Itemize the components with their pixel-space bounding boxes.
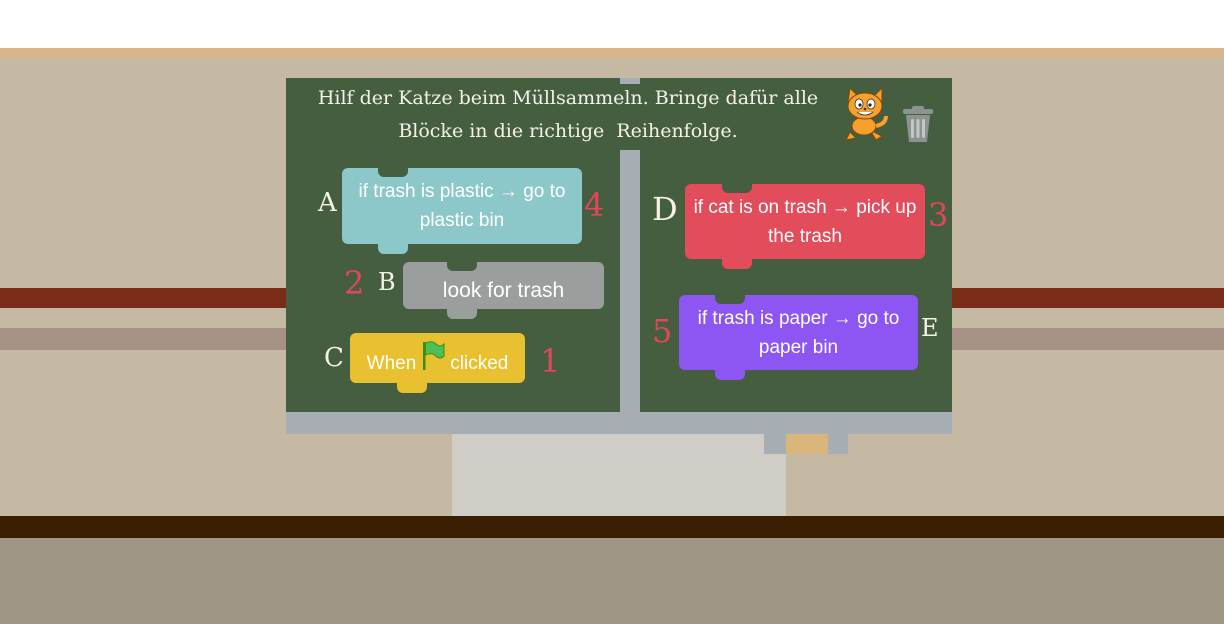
- block-order-b: 2: [344, 264, 365, 302]
- green-flag-icon: [423, 341, 445, 370]
- board-frame-bottom: [286, 412, 952, 434]
- block-order-c: 1: [540, 342, 561, 380]
- block-letter-d: D: [652, 190, 678, 228]
- code-block-c[interactable]: When clicked: [350, 333, 525, 383]
- trash-can-icon[interactable]: [900, 104, 936, 144]
- block-e-text: if trash is paper → go to paper bin: [697, 307, 900, 358]
- wall-trim: [0, 48, 1224, 58]
- block-b-text: look for trash: [442, 279, 565, 302]
- scratch-cat-icon[interactable]: [840, 84, 892, 142]
- code-block-a[interactable]: if trash is plastic → go to plastic bin: [342, 168, 582, 244]
- block-notch: [447, 262, 477, 271]
- code-block-d[interactable]: if cat is on trash → pick up the trash: [685, 184, 925, 259]
- block-order-e: 5: [652, 312, 673, 350]
- instructions-text: Hilf der Katze beim Müllsammeln. Bringe …: [310, 82, 826, 148]
- block-tab: [447, 309, 477, 319]
- block-tab: [715, 370, 745, 380]
- block-tab: [397, 383, 427, 393]
- code-block-e[interactable]: if trash is paper → go to paper bin: [679, 295, 918, 370]
- floor: [0, 538, 1224, 624]
- chalk-tray: [764, 434, 786, 454]
- block-tab: [722, 259, 752, 269]
- block-c-text-after: clicked: [450, 352, 509, 374]
- board-stand: [452, 434, 786, 516]
- block-letter-e: E: [921, 314, 939, 342]
- instructions-line-1: Hilf der Katze beim Müllsammeln. Bringe …: [317, 87, 819, 109]
- block-notch: [722, 184, 752, 193]
- instructions-line-2: Blöcke in die richtige Reihenfolge.: [398, 120, 738, 142]
- block-a-text: if trash is plastic → go to plastic bin: [358, 181, 566, 231]
- block-d-text: if cat is on trash → pick up the trash: [693, 196, 917, 247]
- baseboard: [0, 516, 1224, 538]
- chalk-tray-end: [828, 434, 848, 454]
- block-letter-a: A: [318, 188, 337, 218]
- block-letter-b: B: [378, 268, 396, 296]
- block-order-d: 3: [928, 196, 949, 234]
- block-notch: [715, 295, 745, 304]
- code-block-b[interactable]: look for trash: [403, 262, 604, 309]
- block-letter-c: C: [324, 343, 344, 373]
- chalk-piece: [786, 434, 828, 454]
- block-notch: [378, 168, 408, 177]
- block-c-text-before: When: [366, 352, 417, 374]
- block-tab: [378, 244, 408, 254]
- block-order-a: 4: [584, 186, 605, 224]
